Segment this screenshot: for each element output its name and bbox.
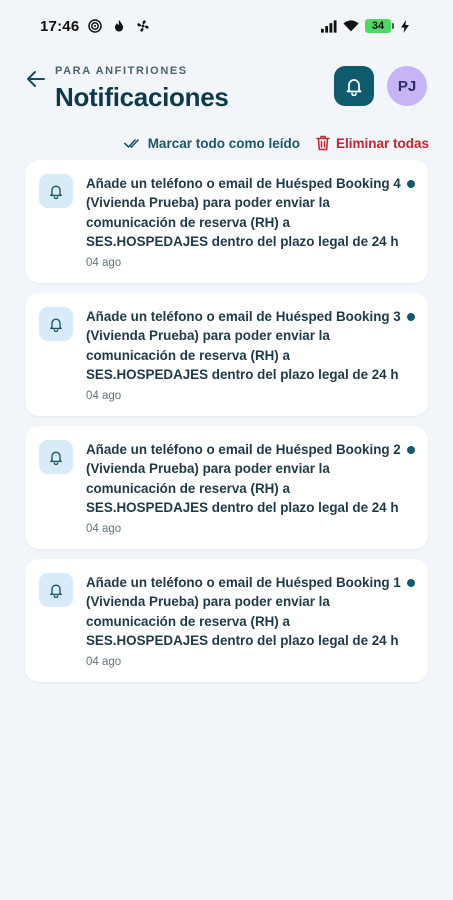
notification-time: 04 ago [86,390,122,402]
mark-all-read-button[interactable]: Marcar todo como leído [123,135,300,151]
notification-time: 04 ago [86,523,122,535]
back-button[interactable] [24,67,48,91]
status-time: 17:46 [40,17,80,35]
notification-bell-icon [39,573,73,607]
notification-card[interactable]: Añade un teléfono o email de Huésped Boo… [25,293,428,416]
double-check-icon [123,139,139,148]
arrow-left-icon [27,71,45,87]
delete-all-label: Eliminar todas [335,135,429,151]
notification-bell-icon [39,440,73,474]
unread-dot [407,313,415,321]
notification-bell-icon [39,307,73,341]
notifications-button[interactable] [334,66,374,106]
notification-actions: Marcar todo como leído Eliminar todas [123,133,429,153]
unread-dot [407,446,415,454]
notification-time: 04 ago [86,656,122,668]
notification-card[interactable]: Añade un teléfono o email de Huésped Boo… [25,559,428,682]
unread-dot [407,180,415,188]
notification-text: Añade un teléfono o email de Huésped Boo… [86,309,401,382]
header: PARA ANFITRIONES Notificaciones PJ [0,60,453,124]
bell-icon [346,79,362,96]
delete-all-button[interactable]: Eliminar todas [316,135,429,151]
status-left: 17:46 [40,18,151,35]
notification-text: Añade un teléfono o email de Huésped Boo… [86,575,401,648]
status-bar: 17:46 34 [0,0,453,52]
battery-icon: 34 [365,19,394,33]
notification-card[interactable]: Añade un teléfono o email de Huésped Boo… [25,160,428,283]
wifi-icon [343,18,359,34]
target-icon [87,18,103,34]
notification-text: Añade un teléfono o email de Huésped Boo… [86,176,401,249]
trash-icon [316,135,330,151]
mark-all-read-label: Marcar todo como leído [147,135,300,151]
flame-icon [111,18,127,34]
avatar[interactable]: PJ [387,66,427,106]
status-right: 34 [321,18,413,34]
notification-bell-icon [39,174,73,208]
charging-icon [397,18,413,34]
notification-time: 04 ago [86,257,122,269]
notification-text: Añade un teléfono o email de Huésped Boo… [86,442,401,515]
page-eyebrow: PARA ANFITRIONES [55,65,188,77]
unread-dot [407,579,415,587]
notification-card[interactable]: Añade un teléfono o email de Huésped Boo… [25,426,428,549]
fan-icon [135,18,151,34]
notification-list: Añade un teléfono o email de Huésped Boo… [25,160,428,692]
signal-icon [321,18,337,34]
page-title: Notificaciones [55,82,229,112]
